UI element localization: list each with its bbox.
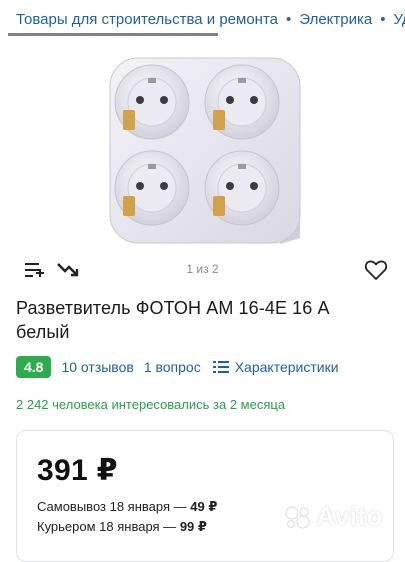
breadcrumb-separator: • <box>380 10 386 28</box>
questions-link[interactable]: 1 вопрос <box>144 359 201 375</box>
courier-delivery: Курьером 18 января — 99 ₽ <box>37 519 207 535</box>
product-meta-row: 4.8 10 отзывов 1 вопрос Характеристики <box>16 356 339 378</box>
specs-list-icon <box>212 360 229 374</box>
breadcrumb-item-construction[interactable]: Товары для строительства и ремонта <box>0 11 278 28</box>
breadcrumb-separator: • <box>286 10 292 28</box>
gallery-controls: 1 из 2 <box>0 252 405 288</box>
price: 391 ₽ <box>37 454 118 487</box>
reviews-link[interactable]: 10 отзывов <box>61 359 133 375</box>
list-plus-icon[interactable] <box>20 256 48 284</box>
courier-price: 99 ₽ <box>179 519 207 534</box>
avito-watermark: Avito <box>284 501 383 532</box>
rating-badge: 4.8 <box>16 356 52 378</box>
breadcrumb-item-electrical[interactable]: Электрика <box>299 11 372 28</box>
heart-icon[interactable] <box>362 256 390 284</box>
avito-logo-icon <box>285 506 310 528</box>
interest-stat: 2 242 человека интересовались за 2 месяц… <box>16 397 286 412</box>
product-title: Разветвитель ФОТОН АМ 16-4Е 16 А белый <box>16 298 330 342</box>
courier-label: Курьером 18 января — <box>37 519 177 534</box>
offer-card: 391 ₽ Самовывоз 18 января — 49 ₽ Курьеро… <box>16 430 394 562</box>
pickup-price: 49 ₽ <box>190 499 218 514</box>
specs-link-label: Характеристики <box>234 359 339 375</box>
product-gallery[interactable] <box>0 40 405 250</box>
pickup-delivery: Самовывоз 18 января — 49 ₽ <box>37 499 217 515</box>
trend-down-icon[interactable] <box>54 256 82 284</box>
specs-link[interactable]: Характеристики <box>212 359 339 375</box>
watermark-text: Avito <box>316 501 383 531</box>
product-image <box>109 57 301 244</box>
breadcrumb-scroll-indicator <box>8 33 218 36</box>
breadcrumb-item-truncated[interactable]: Уд <box>393 11 405 28</box>
pickup-label: Самовывоз 18 января — <box>37 499 187 514</box>
